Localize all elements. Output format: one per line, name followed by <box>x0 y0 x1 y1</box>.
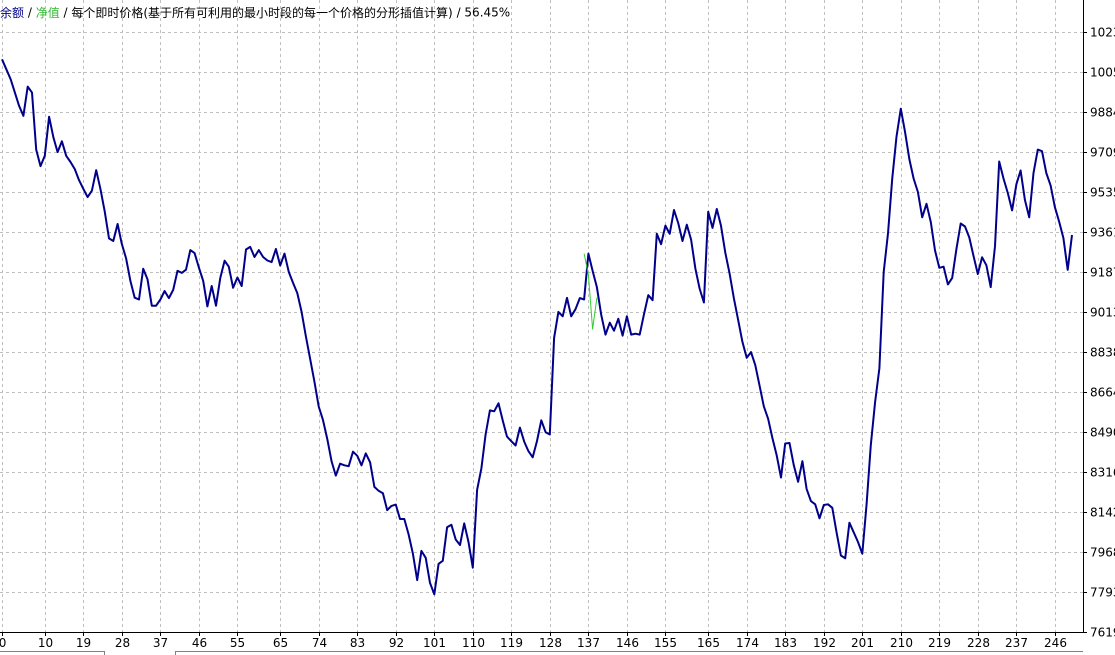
y-tick-label: 7619 <box>1090 626 1115 640</box>
y-tick-label: 9884 <box>1090 106 1115 120</box>
tab-divider <box>104 651 105 655</box>
series-lines <box>1 58 1073 596</box>
legend-equity-label: 净值 <box>35 6 60 20</box>
y-tick-label: 9535 <box>1090 186 1115 200</box>
series-line-balance <box>1 58 1073 596</box>
tab-divider <box>175 651 176 655</box>
y-tick-label: 1005 <box>1090 66 1115 80</box>
grid-lines <box>0 0 1083 633</box>
legend-separator: / <box>24 5 36 20</box>
tab-border <box>0 651 105 652</box>
tab-border <box>175 651 1083 652</box>
y-tick-label: 7793 <box>1090 586 1115 600</box>
y-tick-label: 8142 <box>1090 506 1115 520</box>
y-tick-label: 8316 <box>1090 466 1115 480</box>
y-tick-label: 8664 <box>1090 386 1115 400</box>
y-tick-label: 1023 <box>1090 26 1115 40</box>
axes <box>0 0 1084 633</box>
chart: 7619 7793 7968 8142 8316 8490 8664 8838 9013 9187… <box>0 0 1115 650</box>
legend-balance-label: 余额 <box>0 6 25 20</box>
y-tick-label: 9709 <box>1090 146 1115 160</box>
y-tick-label: 8490 <box>1090 426 1115 440</box>
legend-model-text: 每个即时价格(基于所有可利用的最小时段的每一个价格的分形插值计算) <box>71 6 453 20</box>
y-tick-label: 9187 <box>1090 266 1115 280</box>
chart-legend: 余额 / 净值 / 每个即时价格(基于所有可利用的最小时段的每一个价格的分形插值… <box>0 4 510 21</box>
y-tick-labels: 7619 7793 7968 8142 8316 8490 8664 8838 9013 9187… <box>1083 26 1115 640</box>
y-tick-label: 9013 <box>1090 306 1115 320</box>
legend-separator: / <box>59 5 72 20</box>
legend-quality: 56.45% <box>464 5 511 20</box>
legend-separator: / <box>452 5 465 20</box>
y-tick-label: 9361 <box>1090 226 1115 240</box>
y-tick-label: 8838 <box>1090 346 1115 360</box>
y-tick-label: 7968 <box>1090 546 1115 560</box>
